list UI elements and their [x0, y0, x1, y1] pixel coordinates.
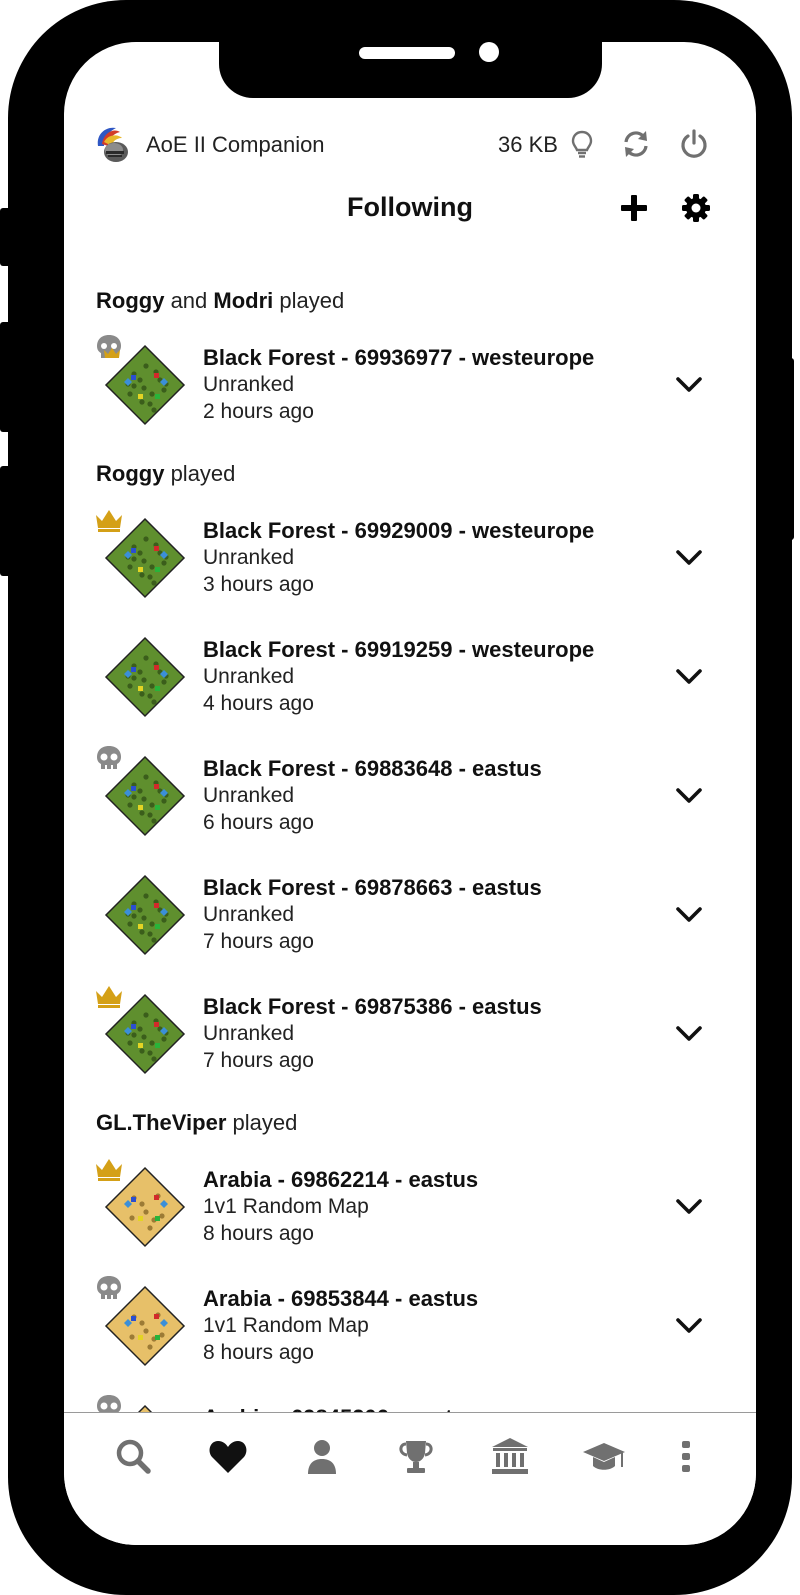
match-list-item[interactable]: Black Forest - 69929009 - westeurope Unra…	[64, 507, 756, 607]
match-list-item[interactable]: Black Forest - 69878663 - eastus Unranked…	[64, 864, 756, 964]
match-title: Black Forest - 69875386 - eastus	[203, 994, 542, 1019]
group-header: Roggy played	[96, 461, 235, 487]
black-forest-map-thumbnail	[104, 874, 186, 956]
match-title: Black Forest - 69936977 - westeurope	[203, 345, 595, 370]
group-header-joiner: and	[164, 288, 214, 313]
building-icon[interactable]	[488, 1435, 532, 1479]
bottom-navigation	[64, 1412, 756, 1545]
more-vertical-icon[interactable]	[664, 1435, 708, 1479]
search-icon[interactable]	[112, 1435, 156, 1479]
chevron-down-icon[interactable]	[674, 664, 704, 688]
storage-size-label: 36 KB	[498, 132, 558, 157]
player-name[interactable]: GL.TheViper	[96, 1110, 226, 1135]
match-time: 2 hours ago	[203, 400, 314, 423]
knight-helmet-icon	[97, 127, 128, 162]
match-mode: Unranked	[203, 665, 295, 688]
heart-icon[interactable]	[206, 1435, 250, 1479]
device-power-button	[784, 358, 794, 540]
match-mode: Unranked	[203, 784, 295, 807]
chevron-down-icon[interactable]	[674, 902, 704, 926]
match-list-item[interactable]: Black Forest - 69883648 - eastus Unranked…	[64, 745, 756, 845]
chevron-down-icon[interactable]	[674, 1313, 704, 1337]
match-mode: 1v1 Random Map	[203, 1195, 369, 1218]
chevron-down-icon[interactable]	[674, 1194, 704, 1218]
match-time: 4 hours ago	[203, 692, 314, 715]
refresh-icon[interactable]	[620, 128, 652, 160]
match-list-item[interactable]: Black Forest - 69919259 - westeurope Unra…	[64, 626, 756, 726]
lightbulb-icon[interactable]	[566, 128, 598, 160]
match-time: 7 hours ago	[203, 930, 314, 953]
match-time: 3 hours ago	[203, 573, 314, 596]
chevron-down-icon[interactable]	[674, 372, 704, 396]
device-volume-down	[0, 466, 12, 576]
match-title: Arabia - 69853844 - eastus	[203, 1286, 479, 1311]
device-volume-up	[0, 322, 12, 432]
gear-icon[interactable]	[680, 192, 712, 224]
match-mode: Unranked	[203, 1022, 295, 1045]
front-camera	[479, 42, 499, 62]
chevron-down-icon[interactable]	[674, 1021, 704, 1045]
match-title: Black Forest - 69878663 - eastus	[203, 875, 542, 900]
speaker-grille	[359, 47, 455, 59]
player-name[interactable]: Roggy	[96, 288, 164, 313]
match-mode: Unranked	[203, 373, 295, 396]
black-forest-map-thumbnail	[104, 344, 186, 426]
person-icon[interactable]	[300, 1435, 344, 1479]
arabia-map-thumbnail	[104, 1285, 186, 1367]
match-list-item[interactable]: Arabia - 69853844 - eastus 1v1 Random Map…	[64, 1275, 756, 1375]
match-mode: Unranked	[203, 903, 295, 926]
device-frame: AoE II Companion 36 KB Following Roggy a…	[0, 0, 794, 1595]
arabia-map-thumbnail	[104, 1166, 186, 1248]
device-notch	[219, 42, 602, 98]
app-header: AoE II Companion 36 KB	[64, 122, 756, 166]
chevron-down-icon[interactable]	[674, 545, 704, 569]
graduation-cap-icon[interactable]	[582, 1435, 626, 1479]
black-forest-map-thumbnail	[104, 636, 186, 718]
match-list-item[interactable]: Black Forest - 69936977 - westeurope Unra…	[64, 334, 756, 434]
app-screen: AoE II Companion 36 KB Following Roggy a…	[64, 42, 756, 1545]
group-header: Roggy and Modri played	[96, 288, 344, 314]
page-title: Following	[347, 192, 473, 222]
device-mute-switch	[0, 208, 12, 266]
match-title: Black Forest - 69919259 - westeurope	[203, 637, 595, 662]
match-feed[interactable]: Roggy and Modri played Black Forest - 699…	[64, 272, 756, 1452]
black-forest-map-thumbnail	[104, 755, 186, 837]
match-title: Black Forest - 69883648 - eastus	[203, 756, 542, 781]
plus-icon[interactable]	[618, 192, 650, 224]
group-header: GL.TheViper played	[96, 1110, 297, 1136]
group-header-suffix: played	[273, 288, 345, 313]
group-header-suffix: played	[226, 1110, 298, 1135]
player-name[interactable]: Modri	[213, 288, 273, 313]
match-mode: 1v1 Random Map	[203, 1314, 369, 1337]
app-title: AoE II Companion	[146, 132, 325, 157]
match-time: 7 hours ago	[203, 1049, 314, 1072]
match-title: Black Forest - 69929009 - westeurope	[203, 518, 595, 543]
trophy-icon[interactable]	[394, 1435, 438, 1479]
black-forest-map-thumbnail	[104, 993, 186, 1075]
match-mode: Unranked	[203, 546, 295, 569]
match-list-item[interactable]: Arabia - 69862214 - eastus 1v1 Random Map…	[64, 1156, 756, 1256]
match-time: 8 hours ago	[203, 1222, 314, 1245]
match-title: Arabia - 69862214 - eastus	[203, 1167, 479, 1192]
match-list-item[interactable]: Black Forest - 69875386 - eastus Unranked…	[64, 983, 756, 1083]
chevron-down-icon[interactable]	[674, 783, 704, 807]
power-icon[interactable]	[678, 128, 710, 160]
player-name[interactable]: Roggy	[96, 461, 164, 486]
match-time: 8 hours ago	[203, 1341, 314, 1364]
group-header-suffix: played	[164, 461, 236, 486]
black-forest-map-thumbnail	[104, 517, 186, 599]
match-time: 6 hours ago	[203, 811, 314, 834]
